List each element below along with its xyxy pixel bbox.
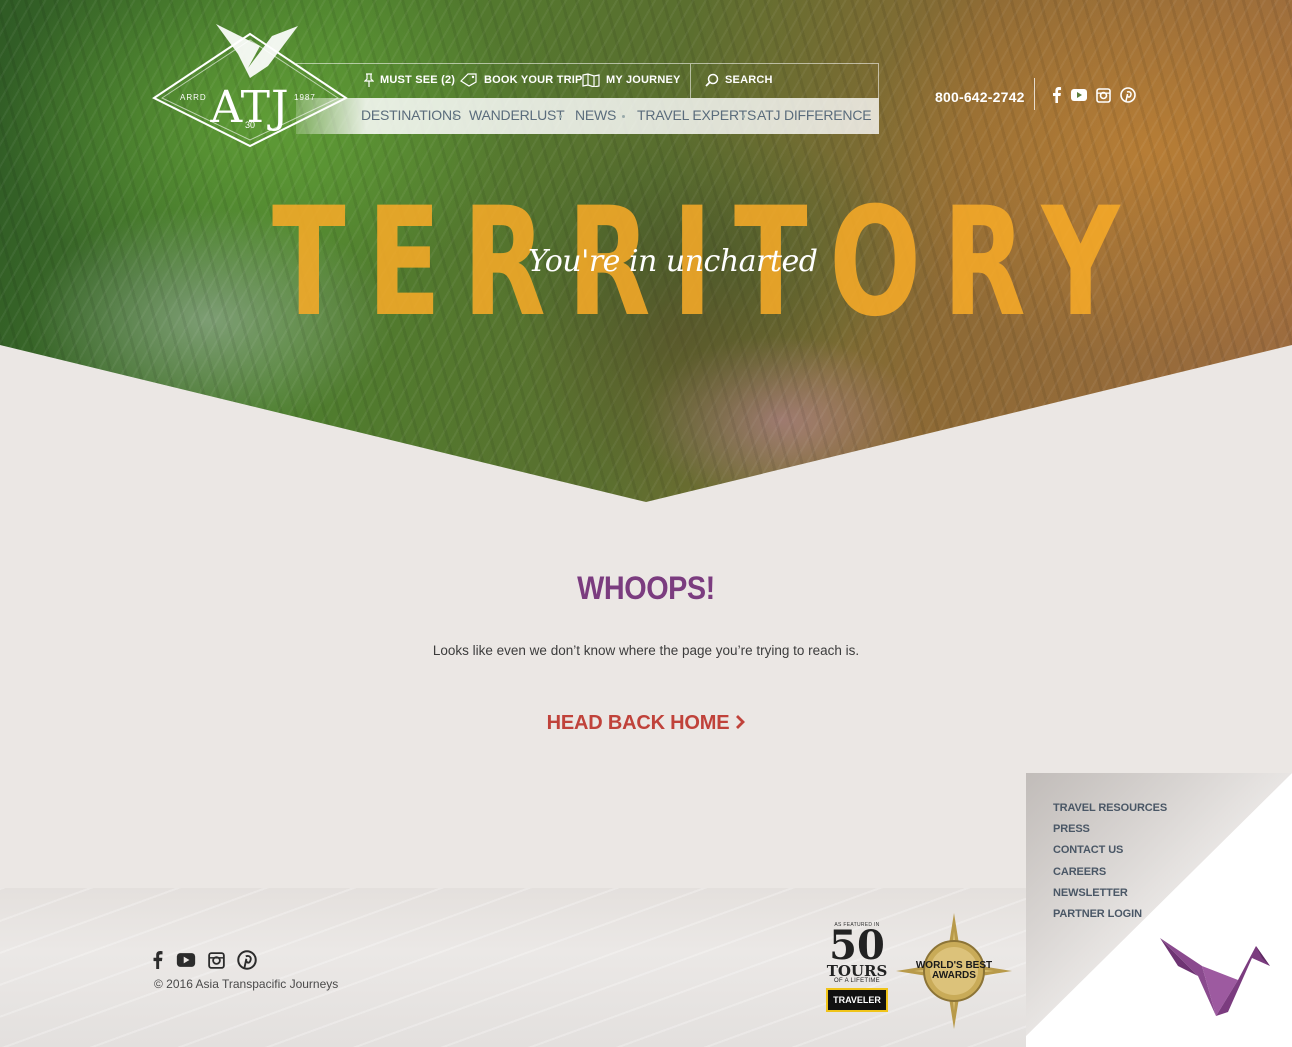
chevron-right-icon (735, 713, 746, 734)
logo-30-text: 30 (244, 120, 255, 130)
home-link-label: HEAD BACK HOME (546, 712, 730, 734)
book-trip-link[interactable]: BOOK YOUR TRIP (460, 73, 583, 87)
logo-left-text: ARRD (180, 93, 207, 102)
nav-wanderlust[interactable]: WANDERLUST (469, 107, 565, 123)
utility-nav: MUST SEE (2) BOOK YOUR TRIP MY JOURNEY S… (296, 63, 879, 98)
search-placeholder: SEARCH (725, 74, 773, 86)
nav-dot (453, 115, 456, 118)
pinterest-icon[interactable] (237, 950, 257, 970)
nav-dot (742, 115, 745, 118)
book-trip-label: BOOK YOUR TRIP (484, 74, 583, 86)
nav-dot (559, 115, 562, 118)
footer-link-travel-resources[interactable]: TRAVEL RESOURCES (1053, 798, 1167, 819)
nav-dot (622, 115, 625, 118)
nav-news[interactable]: NEWS (575, 107, 616, 123)
search-icon (705, 73, 719, 87)
footer-link-press[interactable]: PRESS (1053, 819, 1167, 840)
instagram-icon[interactable] (1096, 87, 1111, 103)
logo-year-text: 1987 (294, 93, 316, 102)
pin-icon (364, 73, 374, 87)
badge-tours-text: TOURS (826, 962, 888, 980)
instagram-icon[interactable] (208, 950, 225, 970)
main-nav: DESTINATIONS WANDERLUST NEWS TRAVEL EXPE… (296, 98, 879, 134)
facebook-icon[interactable] (152, 950, 164, 970)
pinterest-icon[interactable] (1120, 87, 1136, 103)
footer-link-careers[interactable]: CAREERS (1053, 862, 1167, 883)
search-input[interactable]: SEARCH (705, 73, 773, 87)
hero-script-text: You're in uncharted (528, 244, 818, 279)
error-title: WHOOPS! (577, 570, 715, 606)
footer-link-partner-login[interactable]: PARTNER LOGIN (1053, 904, 1167, 925)
youtube-icon[interactable] (1071, 87, 1087, 103)
natgeo-50-tours-badge: AS FEATURED IN 50 TOURS OF A LIFETIME TR… (826, 922, 888, 1022)
nav-divider (690, 64, 691, 98)
atj-logo[interactable]: ATJ ARRD 1987 30 (152, 20, 348, 150)
header-social (1052, 87, 1136, 103)
footer-links: TRAVEL RESOURCES PRESS CONTACT US CAREER… (1053, 798, 1167, 925)
must-see-label: MUST SEE (2) (380, 74, 456, 86)
tag-icon (460, 73, 478, 87)
map-icon (582, 73, 600, 87)
copyright-text: © 2016 Asia Transpacific Journeys (154, 977, 339, 991)
my-journey-link[interactable]: MY JOURNEY (582, 73, 681, 87)
badge-traveler-text: TRAVELER (826, 988, 888, 1012)
my-journey-label: MY JOURNEY (606, 74, 681, 86)
footer-social (152, 950, 257, 970)
badge-number: 50 (829, 922, 885, 969)
nav-destinations[interactable]: DESTINATIONS (361, 107, 461, 123)
award-text: WORLD'S BEST AWARDS (915, 960, 993, 981)
footer-link-contact-us[interactable]: CONTACT US (1053, 840, 1167, 861)
worlds-best-award-seal: WORLD'S BEST AWARDS (896, 913, 1012, 1029)
phone-number[interactable]: 800-642-2742 (935, 89, 1025, 105)
footer-link-newsletter[interactable]: NEWSLETTER (1053, 883, 1167, 904)
facebook-icon[interactable] (1052, 87, 1062, 103)
header-divider (1034, 78, 1035, 110)
nav-atj-difference[interactable]: ATJ DIFFERENCE (757, 107, 872, 123)
head-back-home-link[interactable]: HEAD BACK HOME (0, 712, 1292, 735)
error-message: Looks like even we don’t know where the … (432, 643, 860, 658)
youtube-icon[interactable] (176, 950, 196, 970)
nav-travel-experts[interactable]: TRAVEL EXPERTS (637, 107, 756, 123)
badge-lifetime-text: OF A LIFETIME (834, 978, 880, 984)
origami-bird-icon (1158, 936, 1272, 1023)
must-see-link[interactable]: MUST SEE (2) (364, 73, 455, 87)
